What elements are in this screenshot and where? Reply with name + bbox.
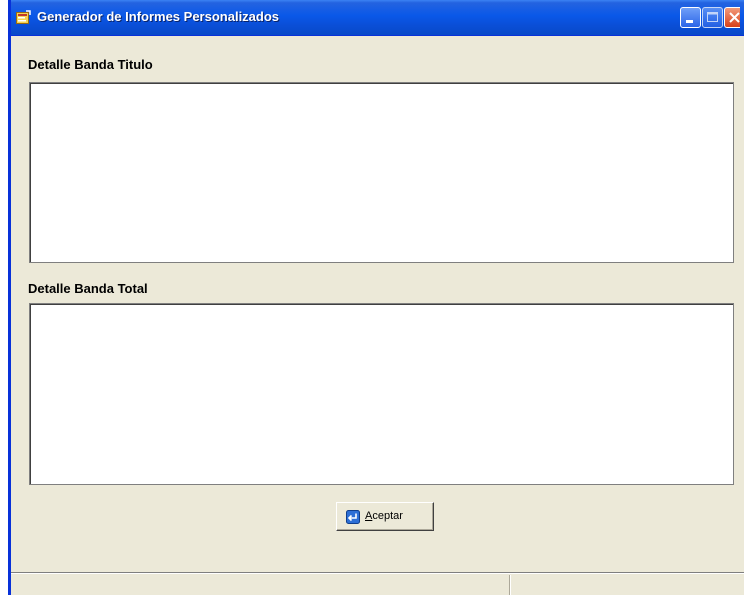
total-band-label: Detalle Banda Total (28, 281, 148, 296)
accept-button[interactable]: Aceptar (336, 502, 434, 531)
window-title: Generador de Informes Personalizados (37, 9, 280, 24)
maximize-button[interactable] (702, 7, 723, 28)
title-band-textarea[interactable] (29, 82, 734, 263)
report-generator-window: Generador de Informes Personalizados Det… (8, 0, 744, 595)
status-bar (11, 572, 744, 595)
maximize-icon (707, 12, 718, 22)
report-generator-icon (16, 10, 31, 24)
total-band-textarea[interactable] (29, 303, 734, 485)
close-button[interactable] (724, 7, 740, 28)
title-band-label: Detalle Banda Titulo (28, 57, 153, 72)
minimize-icon (686, 20, 693, 23)
status-pane-right (509, 575, 744, 595)
accept-button-label: Aceptar (365, 510, 403, 522)
minimize-button[interactable] (680, 7, 701, 28)
status-pane-left (11, 575, 509, 595)
enter-icon (346, 510, 360, 524)
close-icon (729, 12, 740, 23)
title-bar[interactable]: Generador de Informes Personalizados (11, 0, 744, 36)
